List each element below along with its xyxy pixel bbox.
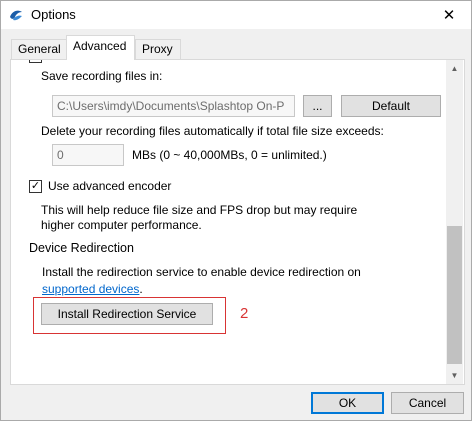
title-bar: Options ✕: [1, 1, 471, 29]
default-button[interactable]: Default: [341, 95, 441, 117]
scroll-down-button[interactable]: ▼: [446, 367, 463, 384]
file-size-unit-label: MBs (0 ~ 40,000MBs, 0 = unlimited.): [132, 148, 327, 162]
advanced-panel: Save recording files in: C:\Users\imdy\D…: [10, 59, 465, 385]
file-size-field[interactable]: 0: [52, 144, 124, 166]
save-recording-label: Save recording files in:: [41, 69, 163, 83]
recording-path-field[interactable]: C:\Users\imdy\Documents\Splashtop On-P: [52, 95, 295, 117]
redirection-description: Install the redirection service to enabl…: [42, 265, 361, 279]
advanced-encoder-label[interactable]: Use advanced encoder: [48, 179, 171, 193]
window-title: Options: [31, 7, 76, 22]
scrollbar-thumb[interactable]: [447, 226, 462, 364]
splashtop-icon: [8, 7, 24, 23]
install-redirection-button[interactable]: Install Redirection Service: [41, 303, 213, 325]
encoder-note-line1: This will help reduce file size and FPS …: [41, 203, 358, 217]
device-redirection-title: Device Redirection: [29, 241, 134, 255]
partial-checkbox[interactable]: [29, 60, 42, 63]
supported-devices-link[interactable]: supported devices: [42, 282, 139, 296]
annotation-marker: 2: [240, 305, 249, 322]
cancel-button[interactable]: Cancel: [391, 392, 464, 414]
ok-button[interactable]: OK: [311, 392, 384, 414]
redirection-link-line: supported devices.: [42, 282, 143, 296]
close-icon: ✕: [442, 7, 456, 24]
advanced-encoder-checkbox[interactable]: ✓: [29, 180, 42, 193]
close-button[interactable]: ✕: [427, 1, 471, 29]
encoder-note-line2: higher computer performance.: [41, 218, 202, 232]
vertical-scrollbar[interactable]: ▲ ▼: [446, 60, 463, 384]
tab-advanced[interactable]: Advanced: [66, 35, 135, 60]
delete-recording-label: Delete your recording files automaticall…: [41, 124, 384, 138]
link-suffix: .: [139, 282, 143, 296]
browse-button[interactable]: ...: [303, 95, 332, 117]
options-window: Options ✕ General Advanced Proxy Save re…: [0, 0, 472, 421]
scroll-up-button[interactable]: ▲: [446, 60, 463, 77]
scroll-content: Save recording files in: C:\Users\imdy\D…: [11, 60, 448, 380]
tab-proxy[interactable]: Proxy: [135, 39, 181, 59]
chevron-up-icon: ▲: [450, 64, 459, 73]
chevron-down-icon: ▼: [450, 371, 459, 380]
tab-general[interactable]: General: [11, 39, 67, 59]
checkmark-icon: ✓: [30, 180, 41, 192]
